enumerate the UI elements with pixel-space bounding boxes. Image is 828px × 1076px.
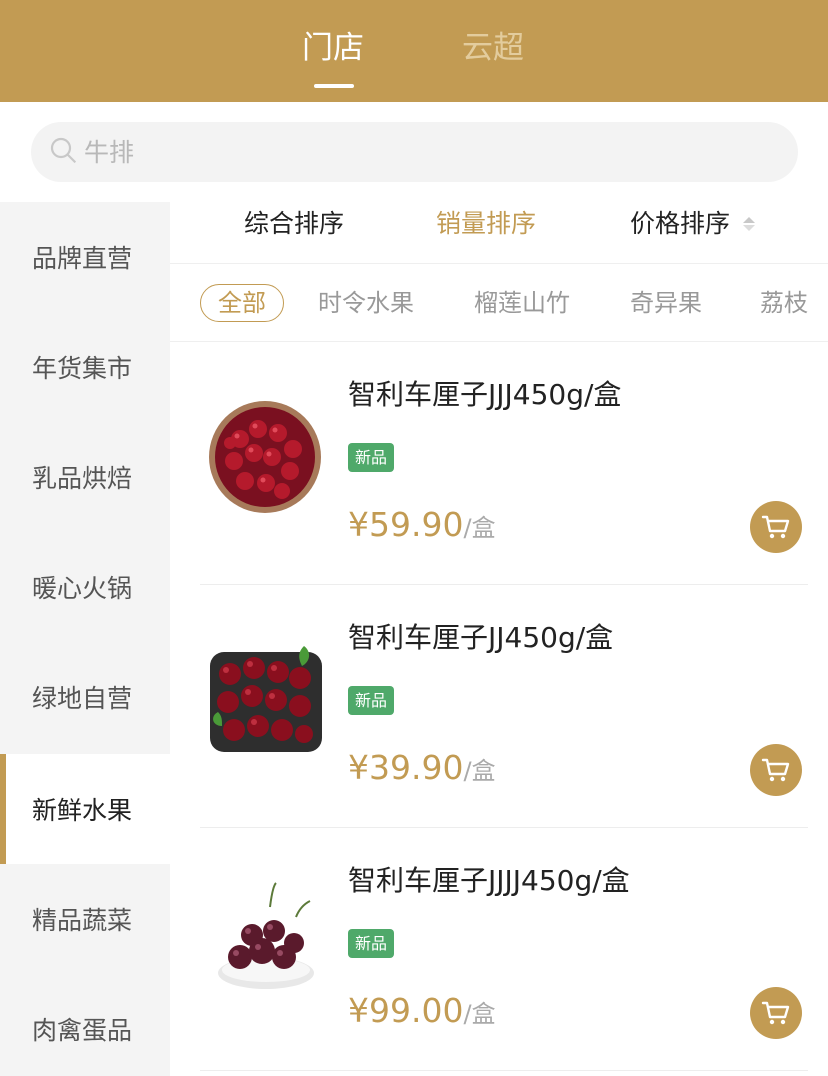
sidebar-item-meat-eggs[interactable]: 肉禽蛋品 — [0, 974, 170, 1076]
product-name[interactable]: 智利车厘子JJJ450g/盒 — [348, 375, 621, 415]
subtab-durian-mangosteen[interactable]: 榴莲山竹 — [474, 284, 570, 322]
add-to-cart-button[interactable] — [750, 501, 802, 553]
sidebar-item-label: 绿地自营 — [32, 684, 133, 713]
sidebar-item-label: 年货集市 — [32, 354, 133, 383]
sidebar-item-label: 新鲜水果 — [32, 796, 133, 825]
price-unit: /盒 — [463, 514, 496, 542]
tab-cloud-supermarket[interactable]: 云超 — [462, 28, 524, 68]
add-to-cart-button[interactable] — [750, 744, 802, 796]
product-price: ¥99.00/盒 — [348, 989, 496, 1036]
product-name[interactable]: 智利车厘子JJJJ450g/盒 — [348, 861, 630, 901]
product-name[interactable]: 智利车厘子JJ450g/盒 — [348, 618, 613, 658]
top-header: 门店 云超 — [0, 0, 828, 102]
product-image[interactable] — [200, 634, 330, 764]
sort-comprehensive[interactable]: 综合排序 — [244, 202, 344, 264]
sidebar-item-label: 肉禽蛋品 — [32, 1016, 133, 1045]
subtab-kiwi[interactable]: 奇异果 — [630, 284, 702, 322]
subtab-all[interactable]: 全部 — [200, 284, 284, 322]
tab-store[interactable]: 门店 — [302, 28, 364, 68]
sidebar-item-greenland-own[interactable]: 绿地自营 — [0, 642, 170, 752]
sidebar-item-label: 精品蔬菜 — [32, 906, 133, 935]
sidebar-item-label: 乳品烘焙 — [32, 464, 133, 493]
sidebar-item-dairy-bakery[interactable]: 乳品烘焙 — [0, 422, 170, 532]
add-to-cart-button[interactable] — [750, 987, 802, 1039]
price-value: ¥59.90 — [348, 505, 464, 544]
new-badge: 新品 — [348, 929, 395, 958]
price-unit: /盒 — [463, 757, 496, 785]
product-image[interactable] — [200, 877, 330, 1007]
search-icon — [48, 135, 80, 167]
new-badge: 新品 — [348, 443, 395, 472]
product-price: ¥39.90/盒 — [348, 746, 496, 793]
price-value: ¥99.00 — [348, 991, 464, 1030]
product-price: ¥59.90/盒 — [348, 503, 496, 550]
search-input[interactable] — [84, 135, 684, 169]
subtab-lychee[interactable]: 荔枝 — [760, 284, 808, 322]
price-value: ¥39.90 — [348, 748, 464, 787]
price-unit: /盒 — [463, 1000, 496, 1028]
sort-bar: 综合排序 销量排序 价格排序 — [170, 202, 828, 264]
new-badge: 新品 — [348, 686, 395, 715]
product-image[interactable] — [200, 391, 330, 521]
product-card[interactable]: 智利车厘子JJ450g/盒 新品 ¥39.90/盒 — [200, 586, 808, 828]
category-sidebar: 品牌直营 年货集市 乳品烘焙 暖心火锅 绿地自营 新鲜水果 精品蔬菜 肉禽蛋品 — [0, 202, 170, 1076]
subtab-seasonal-fruit[interactable]: 时令水果 — [318, 284, 414, 322]
sidebar-item-new-year-market[interactable]: 年货集市 — [0, 312, 170, 422]
sidebar-item-fresh-fruit[interactable]: 新鲜水果 — [0, 754, 170, 864]
active-category-indicator — [0, 754, 6, 864]
cart-icon — [761, 758, 790, 782]
product-card[interactable]: 智利车厘子JJJ450g/盒 新品 ¥59.90/盒 — [200, 343, 808, 585]
product-card[interactable]: 智利车厘子JJJJ450g/盒 新品 ¥99.00/盒 — [200, 829, 808, 1071]
sidebar-item-label: 品牌直营 — [32, 244, 133, 273]
active-tab-indicator — [314, 84, 354, 88]
sidebar-item-hotpot[interactable]: 暖心火锅 — [0, 532, 170, 642]
sidebar-item-label: 暖心火锅 — [32, 574, 133, 603]
sort-by-price[interactable]: 价格排序 — [630, 202, 730, 264]
sidebar-item-brand-direct[interactable]: 品牌直营 — [0, 202, 170, 312]
subcategory-tabs: 全部 时令水果 榴莲山竹 奇异果 荔枝 — [170, 264, 828, 342]
cart-icon — [761, 515, 790, 539]
cart-icon — [761, 1001, 790, 1025]
sort-by-sales[interactable]: 销量排序 — [436, 202, 536, 264]
sidebar-item-vegetables[interactable]: 精品蔬菜 — [0, 864, 170, 974]
sort-arrows-icon[interactable] — [742, 216, 756, 232]
